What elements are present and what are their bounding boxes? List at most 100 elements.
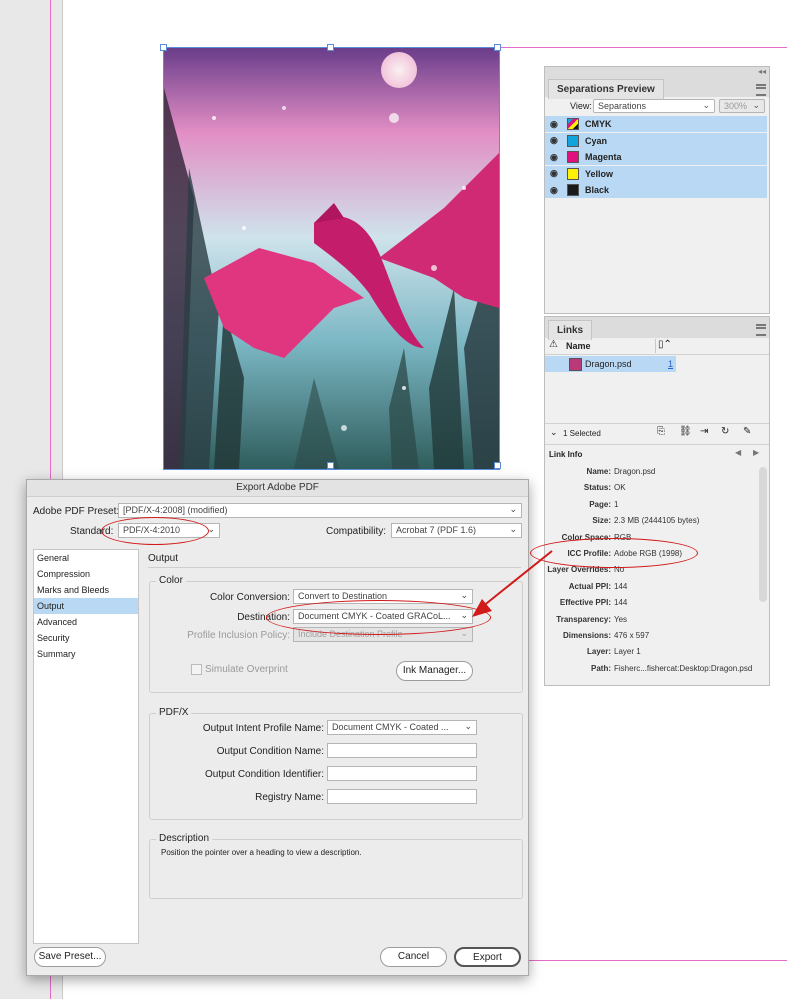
link-info-row: Size: 2.3 MB (2444105 bytes) bbox=[545, 516, 755, 525]
chevron-down-icon: ⌄ bbox=[509, 504, 517, 514]
eye-icon[interactable]: ◉ bbox=[550, 135, 562, 146]
info-key: Status: bbox=[583, 483, 611, 493]
export-button[interactable]: Export bbox=[454, 947, 521, 967]
info-value: 476 x 597 bbox=[614, 631, 650, 640]
output-intent-label: Output Intent Profile Name: bbox=[202, 723, 324, 734]
info-key: Layer: bbox=[586, 647, 611, 657]
output-condition-id-input[interactable] bbox=[327, 766, 477, 781]
eye-icon[interactable]: ◉ bbox=[550, 119, 562, 130]
separation-row[interactable]: ◉ Cyan bbox=[545, 132, 767, 149]
zoom-value: 300% bbox=[724, 101, 748, 111]
previous-icon[interactable]: ◀ bbox=[735, 448, 741, 457]
simulate-overprint-label: Simulate Overprint bbox=[205, 664, 288, 675]
sidebar-item-marks-and-bleeds[interactable]: Marks and Bleeds bbox=[34, 582, 138, 598]
separation-row[interactable]: ◉ Magenta bbox=[545, 149, 767, 165]
cancel-button[interactable]: Cancel bbox=[380, 947, 447, 967]
separation-row[interactable]: ◉ Yellow bbox=[545, 165, 767, 182]
chevron-down-icon: ⌄ bbox=[460, 628, 468, 638]
export-pdf-dialog: Export Adobe PDF Adobe PDF Preset: [PDF/… bbox=[26, 479, 529, 976]
separations-list: ◉ CMYK ◉ Cyan ◉ Magenta ◉ Yellow ◉ Black bbox=[545, 116, 769, 201]
margin-guide-bottom bbox=[500, 960, 787, 961]
info-value: 2.3 MB (2444105 bytes) bbox=[614, 516, 700, 526]
preset-select[interactable]: [PDF/X-4:2008] (modified) ⌄ bbox=[118, 503, 522, 518]
dialog-title: Export Adobe PDF bbox=[27, 480, 528, 497]
info-value: 144 bbox=[614, 581, 628, 591]
panel-menu-icon[interactable] bbox=[756, 324, 766, 336]
ink-manager-button[interactable]: Ink Manager... bbox=[396, 661, 473, 681]
sidebar-item-general[interactable]: General bbox=[34, 550, 138, 566]
registry-name-label: Registry Name: bbox=[255, 792, 324, 803]
description-text: Position the pointer over a heading to v… bbox=[161, 848, 362, 857]
separation-row[interactable]: ◉ Black bbox=[545, 182, 767, 198]
eye-icon[interactable]: ◉ bbox=[550, 185, 562, 196]
update-link-icon[interactable]: ↻ bbox=[721, 426, 729, 437]
preset-value: [PDF/X-4:2008] (modified) bbox=[123, 505, 228, 515]
compatibility-label: Compatibility: bbox=[326, 526, 387, 537]
link-info-row: Path: Fisherc...fishercat:Desktop:Dragon.… bbox=[545, 664, 755, 673]
sidebar-item-compression[interactable]: Compression bbox=[34, 566, 138, 582]
edit-original-icon[interactable]: ✎ bbox=[743, 426, 751, 437]
chain-link-icon[interactable]: ⛓ bbox=[679, 426, 692, 437]
margin-guide-top bbox=[500, 47, 787, 48]
chevron-down-icon: ⌄ bbox=[752, 100, 760, 110]
tab-links[interactable]: Links bbox=[548, 320, 593, 340]
resize-handle[interactable] bbox=[160, 44, 167, 51]
output-condition-name-input[interactable] bbox=[327, 743, 477, 758]
tab-separations-preview[interactable]: Separations Preview bbox=[548, 79, 664, 99]
link-page-number[interactable]: 1 bbox=[668, 359, 673, 369]
section-title: Output bbox=[148, 553, 179, 564]
link-info-row: Dimensions: 476 x 597 bbox=[545, 631, 755, 640]
goto-link-icon[interactable]: ⇥ bbox=[700, 426, 708, 437]
color-swatch bbox=[567, 184, 579, 196]
preset-label: Adobe PDF Preset: bbox=[33, 506, 120, 517]
view-select-value: Separations bbox=[598, 101, 647, 111]
link-info-label: Link Info bbox=[549, 450, 583, 459]
output-intent-select[interactable]: Document CMYK - Coated ... ⌄ bbox=[327, 720, 477, 735]
relink-cc-icon[interactable]: ⎘ bbox=[657, 426, 665, 437]
eye-icon[interactable]: ◉ bbox=[550, 152, 562, 163]
sidebar-item-security[interactable]: Security bbox=[34, 630, 138, 646]
panel-menu-icon[interactable] bbox=[756, 84, 766, 96]
color-group-title: Color bbox=[156, 575, 186, 586]
chevron-down-icon: ⌄ bbox=[702, 100, 710, 110]
view-select[interactable]: Separations ⌄ bbox=[593, 99, 715, 113]
link-info-row: Name: Dragon.psd bbox=[545, 467, 755, 476]
chevron-down-icon: ⌄ bbox=[464, 721, 472, 731]
info-key: Dimensions: bbox=[562, 631, 611, 640]
info-value: Dragon.psd bbox=[614, 467, 656, 476]
sidebar-item-advanced[interactable]: Advanced bbox=[34, 614, 138, 630]
output-condition-name-label: Output Condition Name: bbox=[216, 746, 324, 757]
sidebar-item-summary[interactable]: Summary bbox=[34, 646, 138, 662]
simulate-overprint-checkbox bbox=[191, 664, 202, 675]
link-info-row: Transparency: Yes bbox=[545, 615, 755, 624]
page-column-icon[interactable]: ▯⌃ bbox=[658, 339, 672, 350]
links-toolbar: ⌄ 1 Selected ⎘ ⛓ ⇥ ↻ ✎ bbox=[545, 423, 769, 445]
column-name[interactable]: Name bbox=[566, 341, 591, 351]
info-value: 1 bbox=[614, 499, 619, 509]
selected-count: 1 Selected bbox=[563, 429, 601, 438]
compatibility-select[interactable]: Acrobat 7 (PDF 1.6) ⌄ bbox=[391, 523, 522, 538]
link-info-row: Status: OK bbox=[545, 483, 755, 492]
registry-name-input[interactable] bbox=[327, 789, 477, 804]
link-info-header: Link Info ◀ ▶ bbox=[545, 445, 769, 463]
link-row[interactable]: Dragon.psd 1 bbox=[545, 356, 676, 372]
link-file-name: Dragon.psd bbox=[585, 359, 632, 369]
link-info-row: Effective PPI: 144 bbox=[545, 598, 755, 607]
info-value: OK bbox=[614, 483, 626, 493]
scrollbar[interactable] bbox=[759, 467, 767, 602]
separation-row[interactable]: ◉ CMYK bbox=[545, 116, 767, 132]
save-preset-button[interactable]: Save Preset... bbox=[34, 947, 106, 967]
next-icon[interactable]: ▶ bbox=[753, 448, 759, 457]
info-key: Path: bbox=[591, 663, 611, 673]
sidebar-item-output[interactable]: Output bbox=[34, 598, 138, 614]
links-panel: Links ⚠ Name ▯⌃ Dragon.psd 1 ⌄ 1 Selecte… bbox=[544, 316, 770, 686]
resize-handle[interactable] bbox=[494, 44, 501, 51]
placed-image-frame[interactable] bbox=[163, 47, 500, 470]
eye-icon[interactable]: ◉ bbox=[550, 168, 562, 179]
compatibility-value: Acrobat 7 (PDF 1.6) bbox=[396, 525, 477, 535]
resize-handle[interactable] bbox=[327, 44, 334, 51]
collapse-icon[interactable]: ◂◂ bbox=[758, 67, 766, 76]
chevron-down-icon[interactable]: ⌄ bbox=[550, 427, 558, 438]
resize-handle[interactable] bbox=[494, 462, 501, 469]
resize-handle[interactable] bbox=[327, 462, 334, 469]
